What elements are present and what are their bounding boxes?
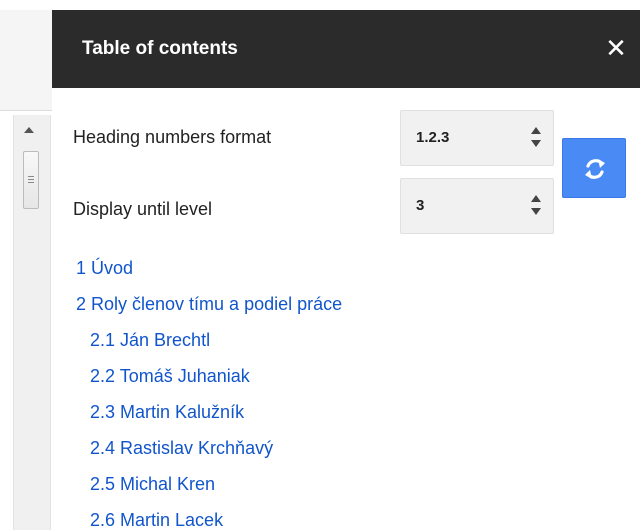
vertical-scrollbar[interactable]	[13, 115, 51, 530]
toc-item[interactable]: 2.6 Martin Lacek	[90, 508, 223, 530]
table-of-contents-panel: Table of contents ✕ Heading numbers form…	[52, 0, 640, 530]
scroll-up-arrow-icon[interactable]	[24, 127, 34, 133]
select-arrows-icon	[531, 195, 541, 217]
toc-item[interactable]: 2 Roly členov tímu a podiel práce	[76, 292, 342, 316]
toc-item[interactable]: 2.3 Martin Kalužník	[90, 400, 244, 424]
heading-format-select[interactable]: 1.2.3	[400, 110, 554, 166]
heading-format-value: 1.2.3	[416, 129, 450, 146]
screen: Table of contents ✕ Heading numbers form…	[0, 0, 640, 530]
toc-item[interactable]: 2.1 Ján Brechtl	[90, 328, 210, 352]
display-level-label: Display until level	[73, 199, 213, 219]
heading-format-label: Heading numbers format	[73, 127, 272, 147]
scrollbar-thumb[interactable]	[23, 151, 39, 209]
document-toolbar-band	[0, 10, 52, 111]
toc-item[interactable]: 2.4 Rastislav Krchňavý	[90, 436, 273, 460]
refresh-icon	[585, 159, 605, 179]
document-area	[0, 0, 52, 530]
panel-header: Table of contents ✕	[52, 10, 640, 88]
panel-top-strip	[52, 0, 640, 10]
toc-item[interactable]: 1 Úvod	[76, 256, 133, 280]
refresh-button[interactable]	[562, 138, 626, 198]
panel-title: Table of contents	[82, 38, 238, 59]
select-arrows-icon	[531, 127, 541, 149]
display-level-select[interactable]: 3	[400, 178, 554, 234]
close-icon[interactable]: ✕	[602, 34, 630, 62]
toc-item[interactable]: 2.2 Tomáš Juhaniak	[90, 364, 250, 388]
display-level-value: 3	[416, 197, 425, 214]
toc-item[interactable]: 2.5 Michal Kren	[90, 472, 215, 496]
